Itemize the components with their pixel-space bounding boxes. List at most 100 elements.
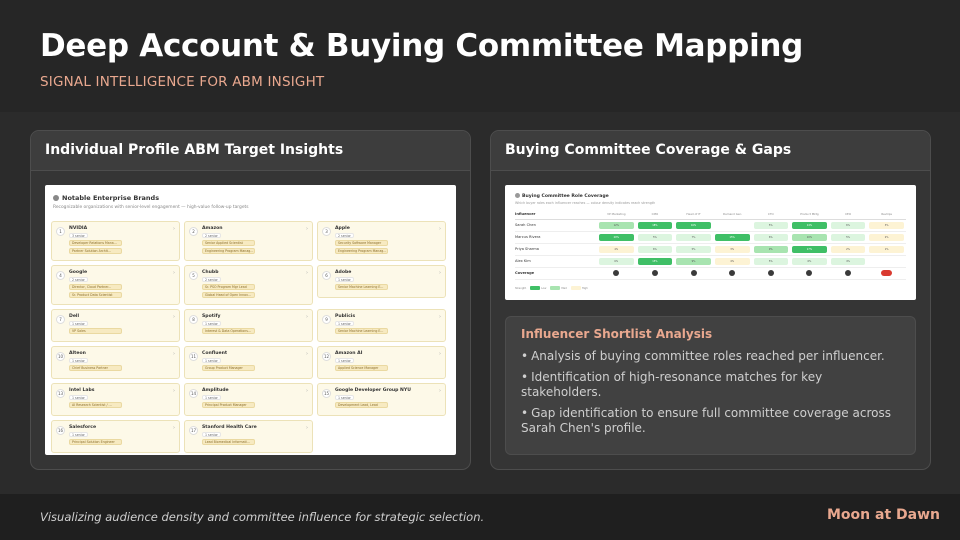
table-cell: 3% bbox=[712, 243, 752, 256]
role-tag: Partner Solution Archit... bbox=[69, 248, 122, 254]
coverage-total-row: Coverage bbox=[515, 267, 906, 280]
table-cell bbox=[867, 255, 906, 268]
legend-item-label: Med bbox=[561, 287, 567, 290]
influencer-name: Alex Kim bbox=[515, 255, 597, 268]
coverage-cell: 5% bbox=[753, 257, 789, 265]
brand-rank-badge: 5 bbox=[189, 271, 198, 280]
brand-card[interactable]: 1 NVIDIA 3 senior › Developer Relations Mana… bbox=[51, 221, 180, 261]
role-tag: AI Research Scientist / ... bbox=[69, 402, 122, 408]
analysis-bullet: • Analysis of buying committee roles reac… bbox=[521, 349, 906, 364]
table-cell bbox=[828, 267, 868, 280]
brand-card[interactable]: 9 Publicis 1 senior › Senior Machine Learnin… bbox=[317, 309, 446, 342]
brand-name-label: Google bbox=[69, 270, 88, 275]
abm-insights-panel-title: Individual Profile ABM Target Insights bbox=[31, 131, 470, 171]
brand-name-label: Alteon bbox=[69, 351, 86, 356]
table-cell: 6% bbox=[790, 255, 829, 268]
column-header: Demand Gen bbox=[712, 210, 752, 220]
brand-name-label: Dell bbox=[69, 314, 80, 319]
table-row[interactable]: Marcus Rivera 20% 5% 7% 15% 6% 10% 5% 2% bbox=[515, 231, 906, 244]
table-cell: 6% bbox=[635, 243, 675, 256]
slide-footer: Visualizing audience density and committ… bbox=[0, 494, 960, 540]
column-header: CEO bbox=[828, 210, 868, 220]
coverage-cell: 6% bbox=[753, 233, 789, 241]
slide-title: Deep Account & Buying Committee Mapping bbox=[40, 28, 804, 64]
brand-rank-badge: 7 bbox=[56, 315, 65, 324]
column-header: Product Mktg bbox=[790, 210, 829, 220]
coverage-cell: 6% bbox=[599, 257, 634, 265]
coverage-cell: 6% bbox=[792, 257, 827, 265]
brand-card[interactable]: 15 Google Developer Group NYU 1 senior › Dev… bbox=[317, 383, 446, 416]
brand-rank-badge: 13 bbox=[56, 389, 65, 398]
brand-card[interactable]: 11 Confluent 1 senior › Group Product Manage… bbox=[184, 346, 313, 379]
legend-swatch bbox=[550, 286, 561, 290]
table-cell: 15% bbox=[712, 231, 752, 244]
role-tag: Developer Relations Mana... bbox=[69, 240, 122, 246]
chevron-right-icon: › bbox=[173, 351, 175, 357]
brand-name-label: Intel Labs bbox=[69, 388, 95, 393]
brand-card[interactable]: 7 Dell 1 senior › VP Sales bbox=[51, 309, 180, 342]
brand-card[interactable]: 14 Amplitude 1 senior › Principal Product Ma… bbox=[184, 383, 313, 416]
table-cell bbox=[635, 267, 675, 280]
brand-name-label: Adobe bbox=[335, 270, 352, 275]
brand-rank-badge: 16 bbox=[56, 426, 65, 435]
table-row[interactable]: Priya Sharma 4% 6% 5% 3% 9% 17% 2% 1% bbox=[515, 243, 906, 256]
table-cell: 5% bbox=[674, 243, 713, 256]
brand-card[interactable]: 5 Chubb 2 senior › Sr. PSO Program Mgr Lead G… bbox=[184, 265, 313, 305]
table-cell: 6% bbox=[751, 231, 791, 244]
brand-card[interactable]: 12 Amazon AI 1 senior › Applied Science Mana… bbox=[317, 346, 446, 379]
brand-card[interactable]: 3 Apple 2 senior › Security Software Manager… bbox=[317, 221, 446, 261]
role-tag: Lead Biomedical Informati... bbox=[202, 439, 255, 445]
brand-name-label: Amazon bbox=[202, 226, 223, 231]
brand-card[interactable]: 4 Google 2 senior › Director, Cloud Partner.… bbox=[51, 265, 180, 305]
table-cell: 4% bbox=[712, 255, 752, 268]
senior-count-badge: 2 senior bbox=[69, 277, 88, 282]
coverage-cell: 5% bbox=[676, 245, 711, 253]
senior-count-badge: 1 senior bbox=[335, 395, 354, 400]
bullet-glyph: • bbox=[521, 406, 529, 420]
role-tag: Sr. PSO Program Mgr Lead bbox=[202, 284, 255, 290]
brand-card[interactable]: 6 Adobe 1 senior › Senior Machine Learning E… bbox=[317, 265, 446, 298]
role-coverage-screenshot: Buying Committee Role Coverage Which buy… bbox=[505, 185, 916, 300]
shortlist-analysis-title: Influencer Shortlist Analysis bbox=[521, 327, 713, 341]
brand-card[interactable]: 8 Spotify 1 senior › Interest & Data Operati… bbox=[184, 309, 313, 342]
table-cell: 5% bbox=[828, 231, 868, 244]
brand-rank-badge: 8 bbox=[189, 315, 198, 324]
brand-card[interactable]: 2 Amazon 2 senior › Senior Applied Scientist… bbox=[184, 221, 313, 261]
senior-count-badge: 2 senior bbox=[202, 277, 221, 282]
table-cell: 10% bbox=[790, 231, 829, 244]
brand-card[interactable]: 16 Salesforce 1 senior › Principal Solution … bbox=[51, 420, 180, 453]
chevron-right-icon: › bbox=[439, 270, 441, 276]
footer-caption: Visualizing audience density and committ… bbox=[40, 510, 485, 524]
analysis-bullet-text: Identification of high-resonance matches… bbox=[521, 370, 823, 399]
shortlist-analysis-card: Influencer Shortlist Analysis • Analysis … bbox=[505, 316, 916, 455]
abm-insights-panel: Individual Profile ABM Target Insights N… bbox=[30, 130, 471, 470]
table-cell: 15% bbox=[635, 255, 675, 268]
coverage-cell bbox=[869, 258, 904, 265]
committee-coverage-panel: Buying Committee Coverage & Gaps Buying … bbox=[490, 130, 931, 470]
bullet-glyph: • bbox=[521, 370, 529, 384]
table-row[interactable]: Alex Kim 6% 15% 9% 4% 5% 6% 4% bbox=[515, 255, 906, 268]
coverage-cell: 16% bbox=[676, 221, 711, 229]
enterprise-brands-screenshot: Notable Enterprise Brands Recognizable o… bbox=[45, 185, 456, 455]
table-row[interactable]: Sarah Chen 12% 18% 16% 5% 14% 6% 3% bbox=[515, 219, 906, 232]
senior-count-badge: 1 senior bbox=[335, 358, 354, 363]
brand-rank-badge: 14 bbox=[189, 389, 198, 398]
chevron-right-icon: › bbox=[173, 388, 175, 394]
table-cell: 3% bbox=[867, 219, 906, 232]
table-cell: 18% bbox=[635, 219, 675, 232]
role-tag: Security Software Manager bbox=[335, 240, 388, 246]
analysis-bullet: • Identification of high-resonance matche… bbox=[521, 370, 906, 400]
role-tag: Principal Solution Engineer bbox=[69, 439, 122, 445]
table-cell: 2% bbox=[867, 231, 906, 244]
table-cell: 4% bbox=[597, 243, 636, 256]
brand-rank-badge: 11 bbox=[189, 352, 198, 361]
coverage-cell: 2% bbox=[869, 233, 904, 241]
table-cell bbox=[751, 267, 791, 280]
chevron-right-icon: › bbox=[306, 425, 308, 431]
brand-card[interactable]: 10 Alteon 1 senior › Chief Business Partner bbox=[51, 346, 180, 379]
chevron-right-icon: › bbox=[173, 226, 175, 232]
brand-card[interactable]: 17 Stanford Health Care 1 senior › Lead Biom… bbox=[184, 420, 313, 453]
table-header-row: Influencer VP Marketing CMO Head of IT Deman… bbox=[515, 210, 906, 220]
brand-card[interactable]: 13 Intel Labs 1 senior › AI Research Scienti… bbox=[51, 383, 180, 416]
analysis-bullet-text: Gap identification to ensure full commit… bbox=[521, 406, 891, 435]
